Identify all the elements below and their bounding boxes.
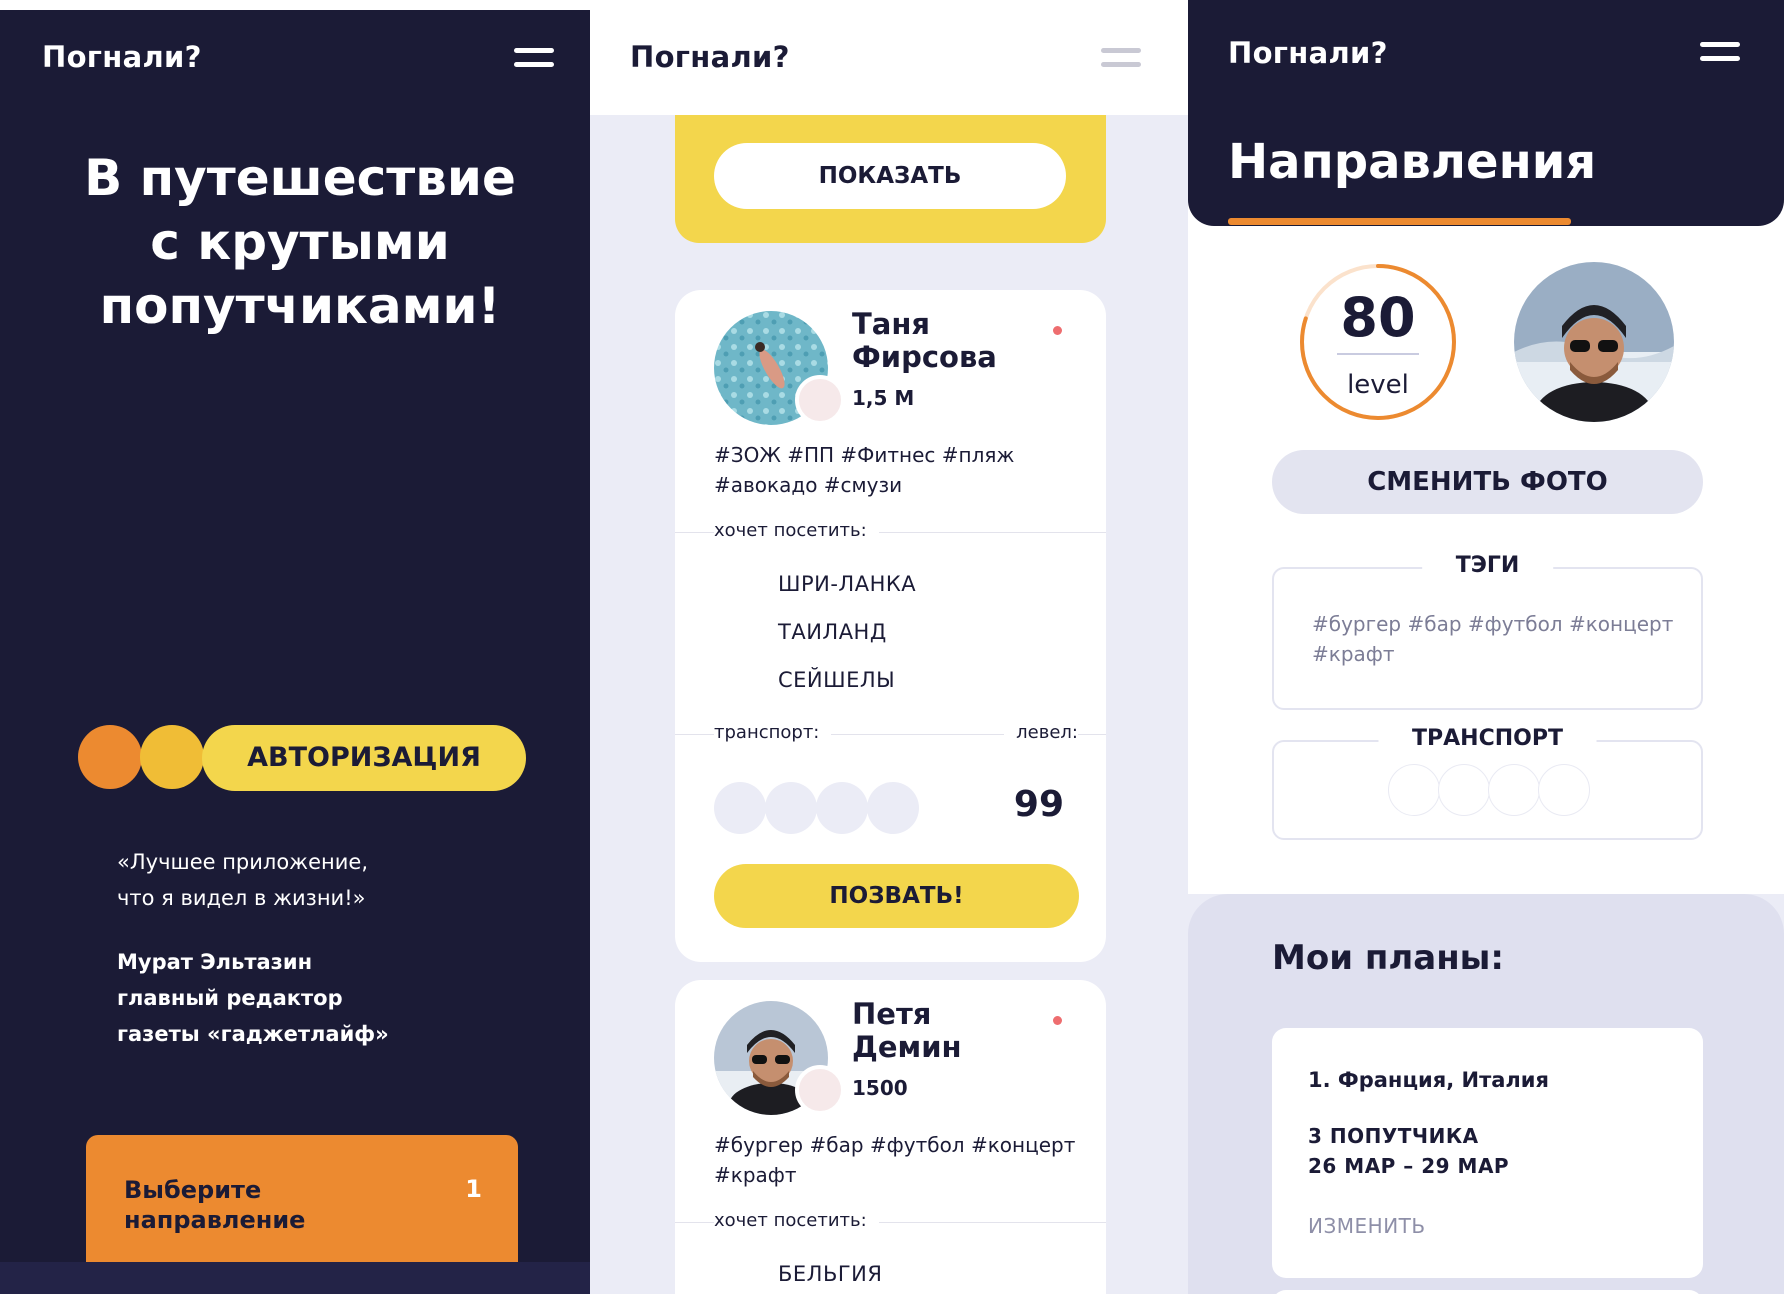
transport-slot <box>867 782 919 834</box>
profile-photo[interactable] <box>1514 262 1674 422</box>
followers-count: 1,5 М <box>852 386 915 410</box>
transport-option[interactable] <box>1488 764 1540 816</box>
decor-dot-orange <box>78 725 142 789</box>
burger-menu-icon[interactable] <box>1700 42 1740 64</box>
app-logo[interactable]: Погнали? <box>630 40 790 74</box>
plan-dates: 26 МАР – 29 МАР <box>1308 1154 1510 1178</box>
level-separator <box>1337 353 1419 355</box>
transport-slot <box>714 782 766 834</box>
level-value: 99 <box>1013 784 1064 825</box>
plans-title: Мои планы: <box>1272 938 1505 978</box>
step-label: Выберите направление <box>124 1176 306 1234</box>
testimonial-quote: «Лучшее приложение, что я видел в жизни!… <box>117 850 368 910</box>
level-word: level <box>1347 370 1409 400</box>
header: Погнали? Направления <box>1188 0 1784 226</box>
filter-panel: ПОКАЗАТЬ <box>675 100 1106 243</box>
wants-visit-label: хочет посетить: <box>714 1210 879 1231</box>
header: Погнали? <box>590 0 1188 115</box>
online-indicator <box>1053 326 1062 335</box>
transport-label: транспорт: <box>714 722 832 743</box>
show-button[interactable]: ПОКАЗАТЬ <box>714 143 1066 209</box>
change-photo-button[interactable]: СМЕНИТЬ ФОТО <box>1272 450 1703 514</box>
screen-profile: Погнали? Направления 80 level СМЕНИТЬ ФО… <box>1188 0 1784 1294</box>
app-logo[interactable]: Погнали? <box>1228 36 1388 70</box>
plan-card[interactable]: 1. Франция, Италия 3 ПОПУТЧИКА 26 МАР – … <box>1272 1028 1703 1278</box>
plan-companions: 3 ПОПУТЧИКА <box>1308 1124 1479 1148</box>
screen-companions: Погнали? ПОКАЗАТЬ Таня Фирсова 1,5 М #ЗО… <box>590 0 1188 1294</box>
hero-title: В путешествие с крутыми попутчиками! <box>84 149 516 335</box>
transport-option[interactable] <box>1388 764 1440 816</box>
transport-legend: ТРАНСПОРТ <box>1378 726 1597 751</box>
bottom-strip <box>0 1262 590 1294</box>
level-label: левел: <box>1004 722 1078 743</box>
tags-legend: ТЭГИ <box>1421 553 1554 578</box>
level-value: 80 <box>1340 286 1416 349</box>
title-underline <box>1228 218 1571 225</box>
online-indicator <box>1053 1016 1062 1025</box>
companion-card: Таня Фирсова 1,5 М #ЗОЖ #ПП #Фитнес #пля… <box>675 290 1106 962</box>
transport-field: ТРАНСПОРТ <box>1272 726 1703 840</box>
burger-menu-icon[interactable] <box>1101 48 1141 70</box>
avatar-badge <box>795 375 845 425</box>
page-title: Направления <box>1228 134 1597 190</box>
transport-option[interactable] <box>1538 764 1590 816</box>
burger-menu-icon[interactable] <box>514 48 554 70</box>
transport-slot <box>816 782 868 834</box>
user-name[interactable]: Таня Фирсова <box>852 308 997 374</box>
followers-count: 1500 <box>852 1076 908 1100</box>
user-tags: #ЗОЖ #ПП #Фитнес #пляж #авокадо #смузи <box>714 443 1015 497</box>
auth-button[interactable]: АВТОРИЗАЦИЯ <box>202 725 526 791</box>
tags-text[interactable]: #бургер #бар #футбол #концерт #крафт <box>1312 609 1682 669</box>
country-item: БЕЛЬГИЯ <box>778 1262 883 1286</box>
tags-field[interactable]: ТЭГИ #бургер #бар #футбол #концерт #краф… <box>1272 553 1703 710</box>
transport-option[interactable] <box>1438 764 1490 816</box>
plan-edit-link[interactable]: ИЗМЕНИТЬ <box>1308 1214 1426 1238</box>
app-logo[interactable]: Погнали? <box>42 40 202 74</box>
my-plans-section: Мои планы: 1. Франция, Италия 3 ПОПУТЧИК… <box>1188 894 1784 1294</box>
user-name[interactable]: Петя Демин <box>852 998 962 1064</box>
wants-visit-label: хочет посетить: <box>714 520 879 541</box>
screen-auth: Погнали? В путешествие с крутыми попутчи… <box>0 10 590 1294</box>
plan-name: 1. Франция, Италия <box>1308 1068 1549 1092</box>
user-tags: #бургер #бар #футбол #концерт #крафт <box>714 1133 1076 1187</box>
country-item: ШРИ-ЛАНКА <box>778 572 917 596</box>
country-item: ТАИЛАНД <box>778 620 887 644</box>
decor-dot-amber <box>140 725 204 789</box>
transport-slot <box>765 782 817 834</box>
companion-card: Петя Демин 1500 #бургер #бар #футбол #ко… <box>675 980 1106 1294</box>
plan-card-next[interactable] <box>1272 1290 1703 1294</box>
testimonial-author: Мурат Эльтазин главный редактор газеты «… <box>117 950 389 1046</box>
step-number: 1 <box>465 1175 482 1203</box>
invite-button[interactable]: ПОЗВАТЬ! <box>714 864 1079 928</box>
avatar-badge <box>795 1065 845 1115</box>
country-item: СЕЙШЕЛЫ <box>778 668 896 692</box>
